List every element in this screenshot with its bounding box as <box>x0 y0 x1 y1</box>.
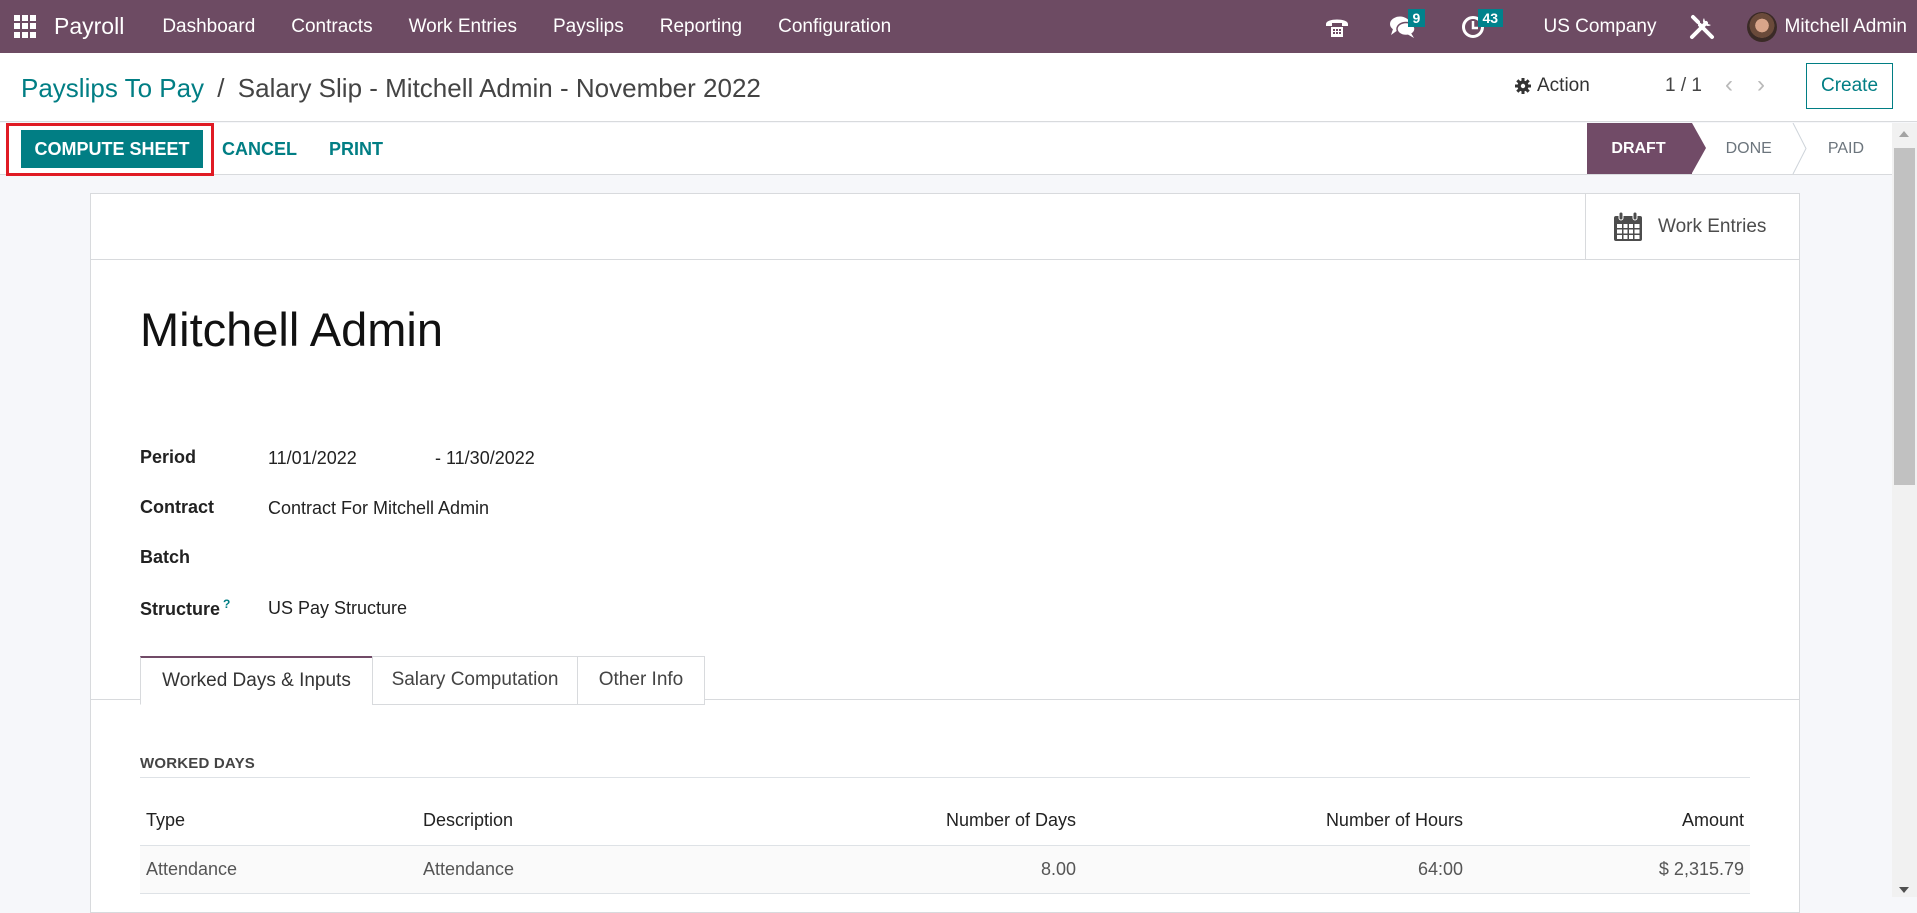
cell-number-of-hours: 64:00 <box>1082 845 1469 893</box>
tab-worked-days-inputs[interactable]: Worked Days & Inputs <box>140 656 373 705</box>
cell-amount: $ 2,315.79 <box>1469 845 1750 893</box>
tab-salary-computation[interactable]: Salary Computation <box>372 656 578 705</box>
structure-field[interactable]: US Pay Structure <box>268 598 407 619</box>
structure-label: Structure? <box>140 597 230 620</box>
contract-field[interactable]: Contract For Mitchell Admin <box>268 498 489 519</box>
app-name[interactable]: Payroll <box>54 13 124 40</box>
period-to-field[interactable]: - 11/30/2022 <box>435 448 535 469</box>
cancel-button[interactable]: CANCEL <box>222 130 297 168</box>
menu-payslips[interactable]: Payslips <box>535 0 642 53</box>
work-entries-smart-button[interactable]: Work Entries <box>1585 194 1799 259</box>
notebook-tabs: Worked Days & Inputs Salary Computation … <box>91 650 1799 700</box>
page-scrollbar[interactable] <box>1892 123 1917 897</box>
menu-contracts[interactable]: Contracts <box>273 0 390 53</box>
stage-done-label: DONE <box>1726 140 1772 157</box>
create-button[interactable]: Create <box>1806 63 1893 109</box>
worked-days-title: WORKED DAYS <box>140 755 255 772</box>
activities-badge: 43 <box>1478 9 1504 27</box>
form-sheet: Work Entries Mitchell Admin Period 11/01… <box>90 193 1800 913</box>
section-divider <box>140 777 1750 778</box>
menu-work-entries[interactable]: Work Entries <box>391 0 535 53</box>
print-button[interactable]: PRINT <box>329 130 383 168</box>
period-label: Period <box>140 447 196 468</box>
compute-sheet-button[interactable]: COMPUTE SHEET <box>21 130 203 168</box>
messages-icon[interactable]: 9 <box>1388 12 1418 42</box>
breadcrumb: Payslips To Pay / Salary Slip - Mitchell… <box>21 73 761 104</box>
main-menu: Dashboard Contracts Work Entries Payslip… <box>144 0 909 53</box>
user-name: Mitchell Admin <box>1785 16 1908 38</box>
cell-type: Attendance <box>140 845 417 893</box>
control-panel: Payslips To Pay / Salary Slip - Mitchell… <box>0 53 1917 122</box>
structure-label-text: Structure <box>140 599 220 619</box>
action-label: Action <box>1537 75 1590 97</box>
smart-button-box: Work Entries <box>91 194 1799 260</box>
col-type[interactable]: Type <box>140 797 417 845</box>
col-amount[interactable]: Amount <box>1469 797 1750 845</box>
systray: 9 43 US Company Mitchell Admin <box>1322 0 1917 53</box>
pager-value[interactable]: 1 / 1 <box>1665 75 1702 97</box>
col-description[interactable]: Description <box>417 797 817 845</box>
scroll-thumb[interactable] <box>1894 148 1915 485</box>
col-number-of-hours[interactable]: Number of Hours <box>1082 797 1469 845</box>
user-avatar <box>1747 12 1777 42</box>
batch-field[interactable] <box>268 548 568 570</box>
top-navbar: Payroll Dashboard Contracts Work Entries… <box>0 0 1917 53</box>
col-number-of-days[interactable]: Number of Days <box>817 797 1082 845</box>
stage-draft[interactable]: DRAFT <box>1587 123 1691 174</box>
form-statusbar: COMPUTE SHEET CANCEL PRINT DRAFT DONE PA… <box>0 123 1892 175</box>
status-stages: DRAFT DONE PAID <box>1587 123 1892 174</box>
stage-paid[interactable]: PAID <box>1800 123 1892 174</box>
debug-tools-icon[interactable] <box>1687 12 1717 42</box>
breadcrumb-separator: / <box>217 73 224 103</box>
breadcrumb-current: Salary Slip - Mitchell Admin - November … <box>238 73 761 103</box>
employee-name-title: Mitchell Admin <box>140 302 443 357</box>
messages-badge: 9 <box>1408 9 1426 27</box>
batch-label: Batch <box>140 547 190 568</box>
apps-menu-icon[interactable] <box>14 15 38 39</box>
structure-help-icon[interactable]: ? <box>223 597 230 611</box>
table-row[interactable]: Attendance Attendance 8.00 64:00 $ 2,315… <box>140 845 1750 893</box>
pager-next-icon[interactable]: › <box>1757 71 1765 99</box>
calendar-icon <box>1612 211 1644 243</box>
company-switcher[interactable]: US Company <box>1544 16 1657 38</box>
menu-dashboard[interactable]: Dashboard <box>144 0 273 53</box>
period-from-field[interactable]: 11/01/2022 <box>268 448 357 469</box>
activities-clock-icon[interactable]: 43 <box>1458 12 1488 42</box>
stage-done[interactable]: DONE <box>1692 123 1800 174</box>
gear-icon <box>1514 77 1532 95</box>
tab-other-info[interactable]: Other Info <box>577 656 705 705</box>
user-menu[interactable]: Mitchell Admin <box>1747 12 1908 42</box>
worked-days-table: Type Description Number of Days Number o… <box>140 797 1750 894</box>
table-header-row: Type Description Number of Days Number o… <box>140 797 1750 845</box>
menu-reporting[interactable]: Reporting <box>642 0 760 53</box>
action-menu-button[interactable]: Action <box>1514 75 1590 97</box>
work-entries-label: Work Entries <box>1658 216 1766 238</box>
contract-label: Contract <box>140 497 214 518</box>
scroll-down-arrow-icon[interactable] <box>1899 887 1909 893</box>
menu-configuration[interactable]: Configuration <box>760 0 909 53</box>
pager-previous-icon[interactable]: ‹ <box>1725 71 1733 99</box>
cell-description: Attendance <box>417 845 817 893</box>
voip-phone-icon[interactable] <box>1322 12 1352 42</box>
cell-number-of-days: 8.00 <box>817 845 1082 893</box>
breadcrumb-payslips-to-pay[interactable]: Payslips To Pay <box>21 73 204 103</box>
scroll-up-arrow-icon[interactable] <box>1899 131 1909 137</box>
